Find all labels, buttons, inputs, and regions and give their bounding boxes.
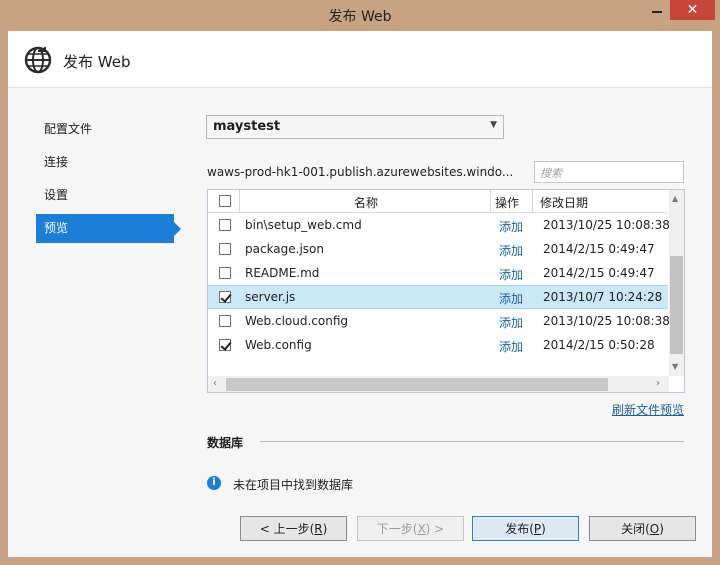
file-action: 添加 [499,340,524,354]
row-checkbox[interactable] [219,219,231,231]
select-all-checkbox[interactable] [219,195,231,207]
file-name: README.md [245,266,320,280]
dialog-body: 配置文件 连接 设置 预览 maystest ▼ waws-prod-hk1-0… [8,88,712,557]
info-icon: i [207,476,221,490]
minimize-button[interactable] [644,0,670,20]
column-header-action[interactable]: 操作 [495,194,519,211]
button-label: ) [541,522,546,536]
button-label: 下一步( [376,522,418,536]
window-frame: 发布 Web ✕ 发布 Web 配置文件 连接 设置 预览 maystest ▼ [0,0,720,565]
file-modified-date: 2014/2/15 0:49:47 [543,242,655,256]
publish-site-url: waws-prod-hk1-001.publish.azurewebsites.… [207,165,514,179]
button-label: ) [659,522,664,536]
publish-button[interactable]: 发布(P) [472,516,579,541]
column-divider [490,190,491,212]
file-row[interactable]: bin\setup_web.cmd 添加 2013/10/25 10:08:38 [208,213,670,237]
file-name: Web.config [245,338,312,352]
nav-item-settings[interactable]: 设置 [36,181,174,210]
scroll-up-arrow-icon[interactable]: ▲ [672,194,678,203]
file-name: server.js [245,290,296,304]
row-checkbox[interactable] [219,243,231,255]
window-title: 发布 Web [328,9,392,25]
search-input[interactable]: 搜索 [534,161,684,183]
file-modified-date: 2013/10/7 10:24:28 [543,290,663,304]
file-row-selected[interactable]: server.js 添加 2013/10/7 10:24:28 [208,285,668,309]
scroll-down-arrow-icon[interactable]: ▼ [672,362,678,371]
row-checkbox[interactable] [219,267,231,279]
vertical-scroll-thumb[interactable] [670,256,683,354]
horizontal-scrollbar[interactable]: ‹ › [208,376,669,392]
button-label: 关闭( [621,522,650,536]
close-window-button[interactable]: ✕ [670,0,715,20]
file-row[interactable]: package.json 添加 2014/2/15 0:49:47 [208,237,668,261]
row-checkbox[interactable] [219,315,231,327]
button-label: ) [322,522,328,536]
column-divider [532,190,533,212]
grid-header: 名称 操作 修改日期 [208,190,668,213]
file-action: 添加 [499,316,524,330]
nav-item-preview[interactable]: 预览 [36,214,181,243]
file-row[interactable]: README.md 添加 2014/2/15 0:49:47 [208,261,668,285]
file-action: 添加 [499,244,524,258]
button-label: < 上一步( [259,522,315,536]
database-section-label: 数据库 [207,436,244,450]
button-accelerator: X [417,522,426,536]
file-row[interactable]: Web.config 添加 2014/2/15 0:50:28 [208,333,668,357]
column-divider [239,190,240,212]
file-row[interactable]: Web.cloud.config 添加 2013/10/25 10:08:38 [208,309,670,333]
button-accelerator: O [649,522,660,536]
profile-selected-value: maystest [213,119,281,134]
dialog-client: 发布 Web 配置文件 连接 设置 预览 maystest ▼ waws-pro… [8,31,712,557]
button-label: ) > [425,522,445,536]
file-name: bin\setup_web.cmd [245,218,362,232]
close-button[interactable]: 关闭(O) [589,516,696,541]
nav-item-connection[interactable]: 连接 [36,148,174,177]
file-action: 添加 [499,220,524,234]
button-accelerator: R [314,522,323,536]
column-header-modified[interactable]: 修改日期 [540,194,588,211]
vertical-scrollbar[interactable]: ▲ ▼ [669,190,684,376]
row-checkbox[interactable] [219,339,231,351]
dialog-heading: 发布 Web [63,53,131,71]
title-bar[interactable]: 发布 Web ✕ [0,0,720,31]
globe-publish-icon [24,46,52,74]
profile-dropdown[interactable]: maystest ▼ [206,115,504,139]
scroll-left-arrow-icon[interactable]: ‹ [213,378,217,389]
previous-button[interactable]: < 上一步(R) [240,516,347,541]
search-placeholder: 搜索 [540,167,562,180]
minimize-icon [652,11,662,13]
row-checkbox[interactable] [219,291,231,303]
section-divider [260,441,684,442]
file-modified-date: 2013/10/25 10:08:38 [543,218,670,232]
column-header-name[interactable]: 名称 [354,194,378,211]
scroll-right-arrow-icon[interactable]: › [656,378,660,389]
button-label: 发布( [505,522,534,536]
file-action: 添加 [499,268,524,282]
refresh-preview-link[interactable]: 刷新文件预览 [612,401,684,418]
nav-item-profile[interactable]: 配置文件 [36,115,174,144]
dialog-header: 发布 Web [8,31,712,88]
file-name: Web.cloud.config [245,314,349,328]
file-name: package.json [245,242,325,256]
file-modified-date: 2014/2/15 0:49:47 [543,266,655,280]
file-modified-date: 2014/2/15 0:50:28 [543,338,655,352]
file-modified-date: 2013/10/25 10:08:38 [543,314,670,328]
file-preview-grid: 名称 操作 修改日期 bin\setup_web.cmd 添加 2013/10/… [207,189,685,393]
database-message: 未在项目中找到数据库 [233,478,354,492]
horizontal-scroll-thumb[interactable] [226,378,608,391]
next-button[interactable]: 下一步(X) > [357,516,464,541]
chevron-down-icon: ▼ [490,120,497,130]
file-action: 添加 [499,292,524,306]
